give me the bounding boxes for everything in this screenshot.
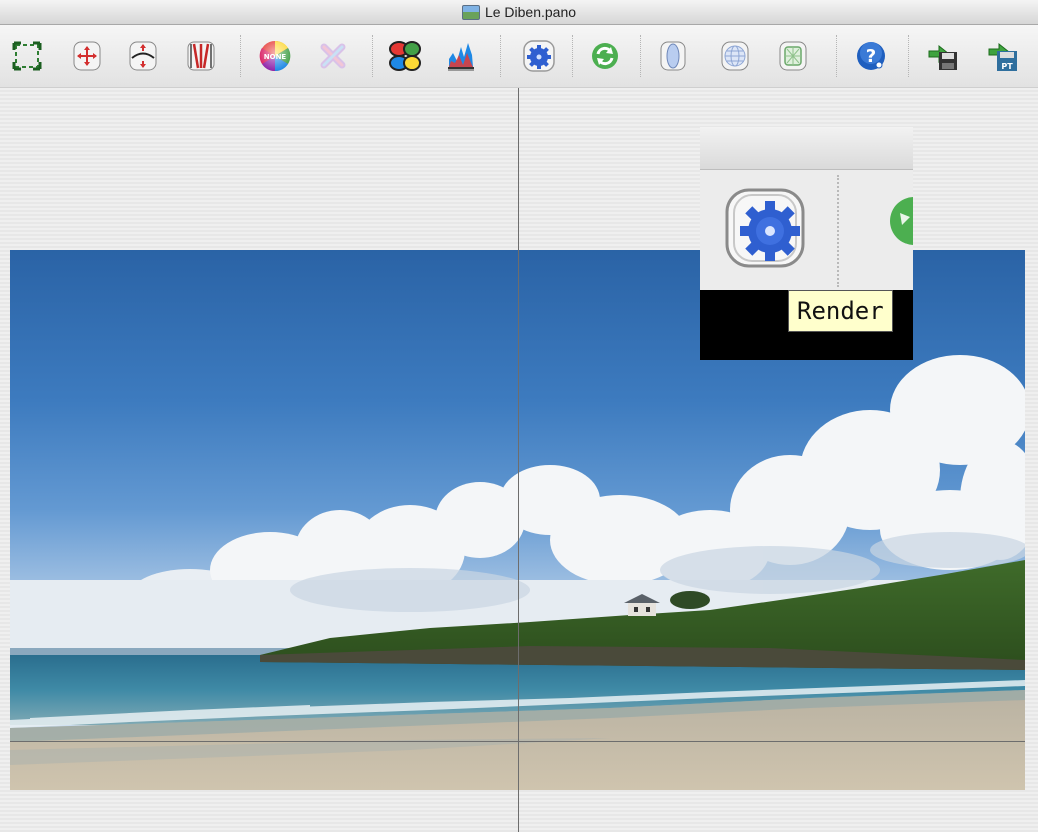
toolbar: NONE ? PT [0,25,1038,88]
horizon-guide [10,741,1025,742]
window-title: Le Diben.pano [484,4,577,20]
cylindrical-projection-button[interactable] [654,37,692,75]
render-icon [523,40,555,72]
toolbar-separator [372,35,373,77]
toolbar-separator [572,35,573,77]
export-save-button[interactable] [924,37,962,75]
help-icon: ? [857,42,885,70]
color-correction-icon: NONE [259,40,291,72]
fit-vertical-icon [187,41,215,71]
svg-text:PT: PT [1001,62,1013,71]
render-tooltip: Render [788,290,893,332]
zoom-separator [837,175,839,287]
render-button[interactable] [520,37,558,75]
refresh-button[interactable] [586,37,624,75]
zoom-toolbar-top [700,127,913,170]
move-center-button[interactable] [68,37,106,75]
crop-icon [12,41,42,71]
svg-text:?: ? [866,46,876,67]
color-channels-button[interactable] [386,37,424,75]
histogram-icon [448,43,474,71]
color-channels-icon [389,41,421,71]
spherical-projection-icon [721,41,749,71]
window-titlebar: Le Diben.pano [0,0,1038,25]
straighten-horizon-button[interactable] [124,37,162,75]
reset-color-button[interactable] [314,37,352,75]
cylindrical-projection-icon [660,41,686,71]
cube-projection-icon [779,41,807,71]
fit-vertical-button[interactable] [182,37,220,75]
toolbar-separator [500,35,501,77]
export-save-icon [928,44,957,70]
histogram-button[interactable] [442,37,480,75]
panorama-document-icon [461,4,480,20]
spherical-projection-button[interactable] [716,37,754,75]
export-pt-icon: PT [988,42,1017,71]
export-pt-button[interactable]: PT [984,37,1022,75]
crop-button[interactable] [8,37,46,75]
svg-text:NONE: NONE [264,53,287,61]
refresh-icon [592,43,618,69]
straighten-horizon-icon [129,41,157,71]
vertical-center-guide [518,88,519,832]
refresh-icon [890,197,913,245]
reset-color-icon [320,43,346,69]
toolbar-separator [240,35,241,77]
cube-projection-button[interactable] [774,37,812,75]
toolbar-separator [836,35,837,77]
color-correction-button[interactable]: NONE [256,37,294,75]
render-icon [725,188,805,268]
help-button[interactable]: ? [852,37,890,75]
move-center-icon [73,41,101,71]
toolbar-separator [640,35,641,77]
toolbar-separator [908,35,909,77]
